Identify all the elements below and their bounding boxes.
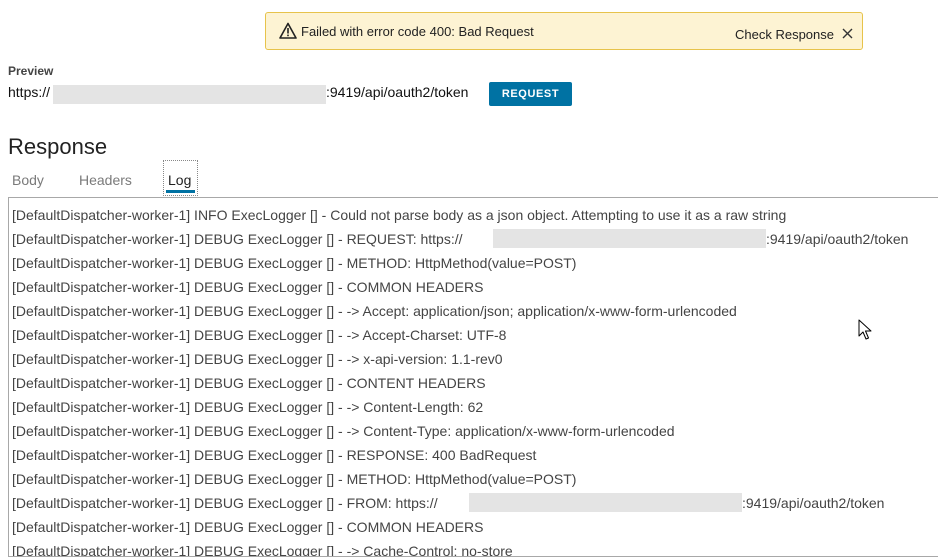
active-tab-indicator (166, 190, 195, 193)
tab-log[interactable]: Log (163, 160, 198, 196)
log-panel[interactable]: [DefaultDispatcher-worker-1] INFO ExecLo… (8, 197, 938, 557)
check-response-link[interactable]: Check Response (735, 27, 834, 42)
url-suffix: :9419/api/oauth2/token (326, 84, 469, 100)
alert-message: Failed with error code 400: Bad Request (301, 24, 534, 39)
tab-headers[interactable]: Headers (79, 172, 132, 188)
preview-label: Preview (8, 64, 54, 78)
redacted-host (469, 493, 742, 512)
close-icon[interactable] (841, 27, 854, 40)
error-alert: Failed with error code 400: Bad Request … (265, 12, 863, 50)
request-button[interactable]: REQUEST (489, 82, 572, 106)
tab-body[interactable]: Body (12, 172, 44, 188)
redacted-host (53, 85, 326, 104)
warning-icon (279, 22, 297, 39)
mouse-cursor-icon (858, 319, 872, 340)
redacted-host (493, 229, 766, 248)
tab-log-label: Log (168, 172, 192, 188)
response-title: Response (8, 134, 108, 159)
url-prefix: https:// (8, 84, 51, 100)
